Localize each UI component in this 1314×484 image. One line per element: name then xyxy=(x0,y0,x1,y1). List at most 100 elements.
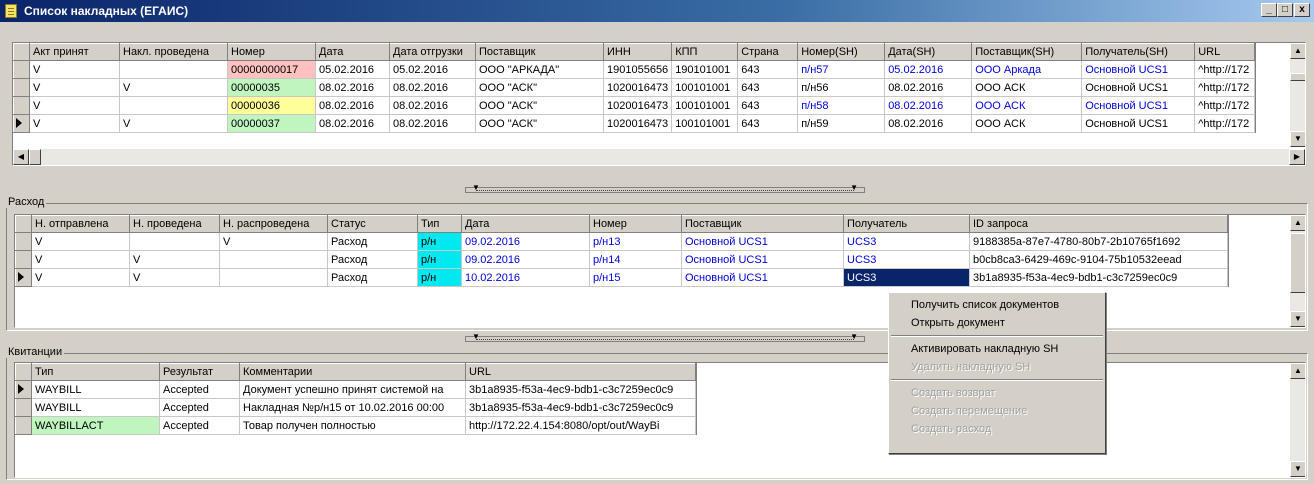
cell-date[interactable]: 09.02.2016 xyxy=(461,250,590,269)
scroll-up-icon[interactable]: ▲ xyxy=(1290,43,1305,59)
cell-status[interactable]: Расход xyxy=(327,232,418,251)
cell-comments[interactable]: Документ успешно принят системой на xyxy=(239,380,466,399)
cell-recipient-selected[interactable]: UCS3 xyxy=(843,268,970,287)
col-invoice-posted[interactable]: Накл. проведена xyxy=(119,43,228,61)
cell-recipient[interactable]: UCS3 xyxy=(843,232,970,251)
cell-date-sh[interactable]: 08.02.2016 xyxy=(884,96,973,115)
cell-act-accepted[interactable]: V xyxy=(29,96,120,115)
col-result[interactable]: Результат xyxy=(159,363,240,381)
cell-url[interactable]: ^http://172 xyxy=(1194,60,1256,79)
col-ship-date[interactable]: Дата отгрузки xyxy=(389,43,476,61)
cell-supplier[interactable]: ООО "АСК" xyxy=(475,114,604,133)
cell-country[interactable]: 643 xyxy=(737,96,799,115)
cell-comments[interactable]: Накладная №р/н15 от 10.02.2016 00:00 xyxy=(239,398,466,417)
scroll-up-icon[interactable]: ▲ xyxy=(1290,215,1305,231)
cell-url[interactable]: ^http://172 xyxy=(1194,96,1256,115)
cell-unposted[interactable]: V xyxy=(219,232,328,251)
cell-sent[interactable]: V xyxy=(31,250,130,269)
cell-supplier[interactable]: Основной UCS1 xyxy=(681,268,844,287)
col-supplier[interactable]: Поставщик xyxy=(681,215,844,233)
row-indicator[interactable] xyxy=(15,416,32,435)
col-number-sh[interactable]: Номер(SH) xyxy=(797,43,886,61)
table-row[interactable]: WAYBILL Accepted Накладная №р/н15 от 10.… xyxy=(15,398,696,417)
scroll-thumb[interactable] xyxy=(1290,73,1305,81)
cell-request-id[interactable]: b0cb8ca3-6429-469c-9104-75b10532eead xyxy=(969,250,1228,269)
scroll-thumb[interactable] xyxy=(29,149,41,165)
cell-date[interactable]: 10.02.2016 xyxy=(461,268,590,287)
cell-type[interactable]: WAYBILL xyxy=(31,380,160,399)
receipts-grid[interactable]: Тип Результат Комментарии URL WAYBILL Ac… xyxy=(14,362,1306,478)
cell-recipient-sh[interactable]: Основной UCS1 xyxy=(1081,114,1196,133)
cell-country[interactable]: 643 xyxy=(737,114,799,133)
cell-number[interactable]: р/н13 xyxy=(589,232,682,251)
scroll-right-icon[interactable]: ▶ xyxy=(1289,149,1305,165)
table-row[interactable]: V V 00000037 08.02.2016 08.02.2016 ООО "… xyxy=(13,114,1256,133)
cell-inn[interactable]: 1020016473 xyxy=(603,114,673,133)
cell-number-sh[interactable]: п/н59 xyxy=(797,114,886,133)
receipts-vertical-scrollbar[interactable]: ▲ ▼ xyxy=(1289,363,1305,477)
cell-status[interactable]: Расход xyxy=(327,250,418,269)
cell-date[interactable]: 08.02.2016 xyxy=(315,114,390,133)
col-inn[interactable]: ИНН xyxy=(602,43,673,61)
cell-act-accepted[interactable]: V xyxy=(29,60,120,79)
col-request-id[interactable]: ID запроса xyxy=(969,215,1228,233)
scroll-left-icon[interactable]: ◀ xyxy=(13,149,29,165)
cell-unposted[interactable] xyxy=(219,268,328,287)
cell-result[interactable]: Accepted xyxy=(159,416,240,435)
cell-recipient-sh[interactable]: Основной UCS1 xyxy=(1081,96,1196,115)
minimize-button[interactable]: _ xyxy=(1261,3,1277,17)
cell-supplier[interactable]: Основной UCS1 xyxy=(681,232,844,251)
col-number[interactable]: Номер xyxy=(589,215,682,233)
cell-type[interactable]: р/н xyxy=(417,232,462,251)
cell-type[interactable]: р/н xyxy=(417,250,462,269)
cell-date[interactable]: 05.02.2016 xyxy=(315,60,390,79)
col-status[interactable]: Статус xyxy=(327,215,418,233)
cell-recipient-sh[interactable]: Основной UCS1 xyxy=(1081,78,1196,97)
cell-posted[interactable]: V xyxy=(129,268,220,287)
cell-url[interactable]: ^http://172 xyxy=(1194,78,1256,97)
cell-number-sh[interactable]: п/н56 xyxy=(797,78,886,97)
menu-item-get-documents[interactable]: Получить список документов xyxy=(889,296,1105,314)
outgoing-vertical-scrollbar[interactable]: ▲ ▼ xyxy=(1289,215,1305,327)
cell-ship-date[interactable]: 08.02.2016 xyxy=(389,96,476,115)
scroll-down-icon[interactable]: ▼ xyxy=(1290,461,1305,477)
col-supplier-sh[interactable]: Поставщик(SH) xyxy=(971,43,1083,61)
table-row[interactable]: WAYBILL Accepted Документ успешно принят… xyxy=(15,380,696,399)
col-date-sh[interactable]: Дата(SH) xyxy=(884,43,973,61)
col-type[interactable]: Тип xyxy=(31,363,160,381)
row-indicator[interactable] xyxy=(15,380,32,399)
row-indicator[interactable] xyxy=(13,96,30,115)
cell-invoice-posted[interactable] xyxy=(119,96,228,115)
cell-supplier-sh[interactable]: ООО Аркада xyxy=(971,60,1083,79)
table-row[interactable]: V 00000000017 05.02.2016 05.02.2016 ООО … xyxy=(13,60,1256,79)
cell-date-sh[interactable]: 08.02.2016 xyxy=(884,114,973,133)
cell-inn[interactable]: 1020016473 xyxy=(603,78,673,97)
row-indicator[interactable] xyxy=(13,78,30,97)
cell-date-sh[interactable]: 08.02.2016 xyxy=(884,78,973,97)
col-url[interactable]: URL xyxy=(465,363,696,381)
cell-supplier-sh[interactable]: ООО АСК xyxy=(971,96,1083,115)
cell-result[interactable]: Accepted xyxy=(159,398,240,417)
scroll-thumb[interactable] xyxy=(1290,233,1305,293)
cell-url[interactable]: ^http://172 xyxy=(1194,114,1256,133)
cell-supplier[interactable]: ООО "АСК" xyxy=(475,96,604,115)
incoming-invoices-grid[interactable]: Акт принят Накл. проведена Номер Дата Да… xyxy=(12,42,1306,166)
cell-number[interactable]: 00000037 xyxy=(227,114,316,133)
cell-comments[interactable]: Товар получен полностью xyxy=(239,416,466,435)
cell-type[interactable]: WAYBILL xyxy=(31,398,160,417)
scroll-down-icon[interactable]: ▼ xyxy=(1290,311,1305,327)
cell-ship-date[interactable]: 05.02.2016 xyxy=(389,60,476,79)
incoming-vertical-scrollbar[interactable]: ▲ ▼ xyxy=(1289,43,1305,147)
cell-url[interactable]: 3b1a8935-f53a-4ec9-bdb1-c3c7259ec0c9 xyxy=(465,398,696,417)
col-unposted[interactable]: Н. распроведена xyxy=(219,215,328,233)
cell-supplier-sh[interactable]: ООО АСК xyxy=(971,78,1083,97)
col-comments[interactable]: Комментарии xyxy=(239,363,466,381)
row-indicator[interactable] xyxy=(15,232,32,251)
cell-invoice-posted[interactable] xyxy=(119,60,228,79)
incoming-horizontal-scrollbar[interactable]: ◀ ▶ xyxy=(13,149,1305,165)
cell-kpp[interactable]: 100101001 xyxy=(671,96,739,115)
cell-date-sh[interactable]: 05.02.2016 xyxy=(884,60,973,79)
table-row[interactable]: WAYBILLACT Accepted Товар получен полнос… xyxy=(15,416,696,435)
cell-kpp[interactable]: 190101001 xyxy=(671,60,739,79)
menu-item-activate-invoice-sh[interactable]: Активировать накладную SH xyxy=(889,340,1105,358)
